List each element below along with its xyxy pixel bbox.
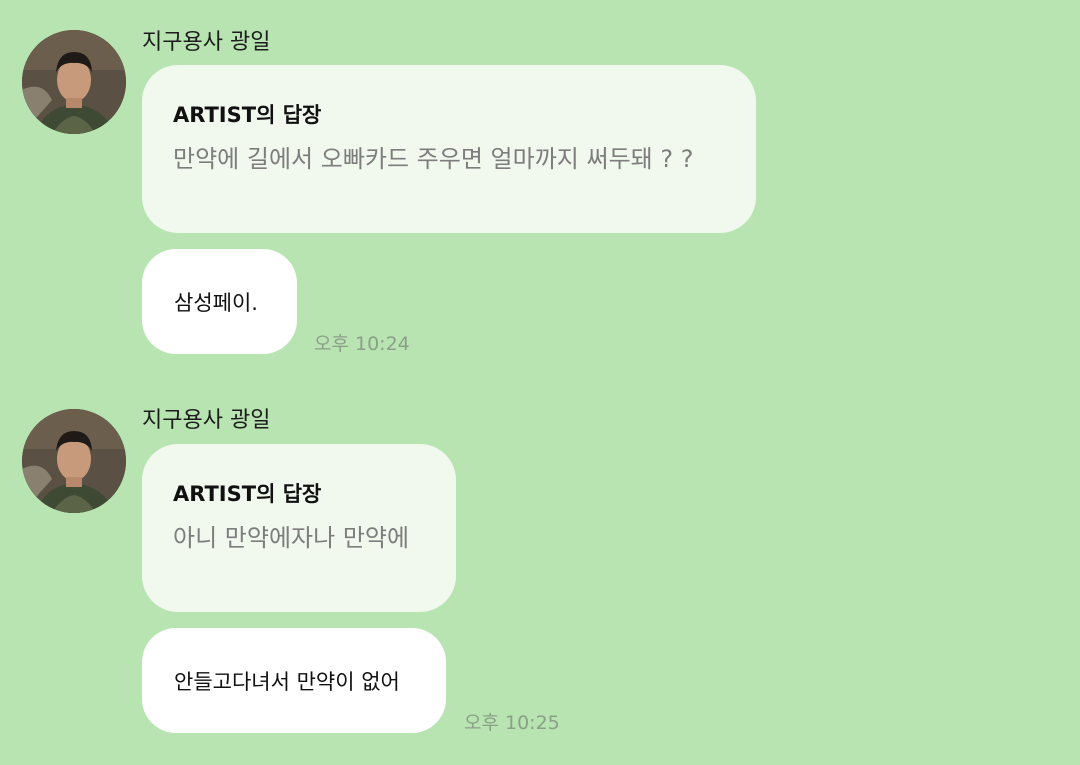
sender-avatar[interactable] (22, 409, 126, 513)
avatar-photo-icon (22, 409, 126, 513)
message-bubble[interactable]: 삼성페이. (142, 249, 297, 354)
message-bubble[interactable]: 안들고다녀서 만약이 없어 (142, 628, 446, 733)
message-time: 오후 10:25 (464, 712, 560, 734)
sender-name: 지구용사 광일 (142, 30, 271, 55)
sender-name: 지구용사 광일 (142, 408, 271, 433)
message-time: 오후 10:24 (314, 333, 410, 355)
avatar-photo-icon (22, 30, 126, 134)
reply-text: 아니 만약에자나 만약에 (173, 524, 410, 552)
reply-bubble[interactable]: ARTIST의 답장 아니 만약에자나 만약에 (142, 444, 456, 612)
reply-title: ARTIST의 답장 (173, 482, 322, 506)
reply-text: 만약에 길에서 오빠카드 주우면 얼마까지 써두돼 ? ? (173, 145, 694, 173)
reply-title: ARTIST의 답장 (173, 103, 322, 127)
reply-bubble[interactable]: ARTIST의 답장 만약에 길에서 오빠카드 주우면 얼마까지 써두돼 ? ? (142, 65, 756, 233)
sender-avatar[interactable] (22, 30, 126, 134)
chat-view: 지구용사 광일 ARTIST의 답장 만약에 길에서 오빠카드 주우면 얼마까지… (0, 0, 1080, 765)
